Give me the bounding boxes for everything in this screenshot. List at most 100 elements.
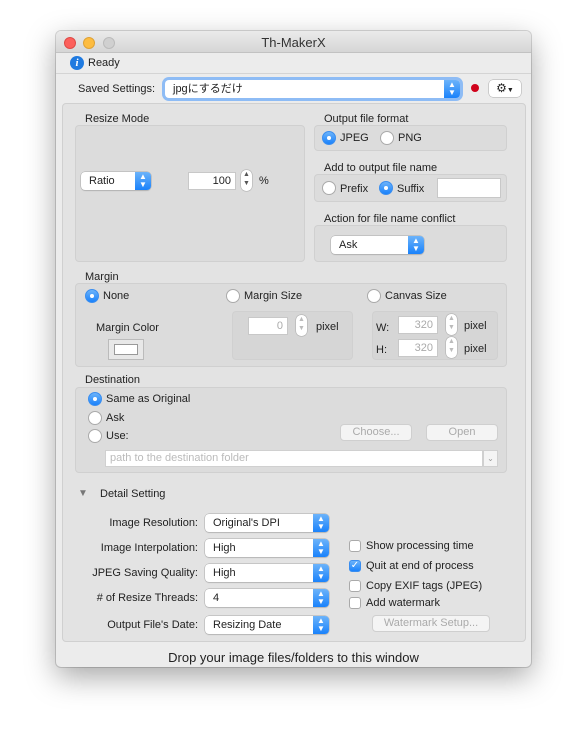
height-label: H: [376, 344, 387, 356]
conflict-popup[interactable]: Ask ▲ ▼ [331, 236, 424, 254]
dest-ask-radio[interactable] [88, 411, 102, 425]
chevron-down-icon: ▼ [506, 87, 514, 94]
dest-same-radio[interactable] [88, 392, 102, 406]
suffix-label: Suffix [397, 183, 425, 195]
resize-mode-label: Resize Mode [85, 113, 150, 125]
detail-row-label: Output File's Date: [107, 619, 198, 631]
resize-mode-popup[interactable]: Ratio ▲ ▼ [81, 172, 151, 190]
dest-ask-label: Ask [106, 412, 125, 424]
detail-row-label: Image Interpolation: [100, 542, 198, 554]
detail-row-popup[interactable]: High ▲ ▼ [205, 564, 329, 582]
color-swatch [114, 344, 138, 355]
margin-color-label: Margin Color [96, 322, 159, 334]
conflict-value: Ask [339, 239, 358, 251]
detail-checkbox-label: Quit at end of process [366, 560, 474, 572]
jpeg-label: JPEG [340, 132, 369, 144]
detail-row-label: JPEG Saving Quality: [92, 567, 198, 579]
saved-settings-popup[interactable]: jpgにするだけ ▲ ▼ [165, 80, 460, 98]
output-format-label: Output file format [324, 113, 409, 125]
open-button[interactable]: Open [426, 424, 498, 441]
detail-row-popup[interactable]: Resizing Date ▲ ▼ [205, 616, 329, 634]
png-radio[interactable] [380, 131, 394, 145]
status-dot [471, 84, 479, 92]
add-name-label: Add to output file name [324, 162, 438, 174]
gear-menu-button[interactable]: ⚙▼ [489, 80, 521, 97]
status-text: Ready [88, 57, 120, 69]
detail-setting-label: Detail Setting [100, 488, 166, 500]
detail-checkbox[interactable]: ✓ [349, 560, 361, 572]
detail-row-value: High [213, 567, 236, 579]
info-icon: i [70, 56, 84, 70]
chevron-updown-icon: ▲ ▼ [408, 236, 424, 254]
margin-label: Margin [85, 271, 119, 283]
prefix-label: Prefix [340, 183, 369, 195]
saved-settings-value: jpgにするだけ [173, 83, 243, 95]
chevron-down-icon[interactable]: ⌄ [483, 450, 498, 467]
margin-size-input[interactable]: 0 [248, 317, 288, 335]
detail-row-value: Resizing Date [213, 619, 282, 631]
canvas-height-stepper[interactable]: ▲ ▼ [446, 337, 457, 358]
png-label: PNG [398, 132, 422, 144]
gear-icon: ⚙ [496, 81, 507, 95]
saved-settings-label: Saved Settings: [78, 83, 156, 95]
canvas-height-input[interactable]: 320 [398, 339, 438, 357]
margin-none-label: None [103, 290, 130, 302]
detail-checkbox-label: Show processing time [366, 540, 474, 552]
margin-size-radio[interactable] [226, 289, 240, 303]
detail-row-popup[interactable]: Original's DPI ▲ ▼ [205, 514, 329, 532]
drop-hint: Drop your image files/folders to this wi… [168, 650, 419, 665]
detail-checkbox-label: Add watermark [366, 597, 440, 609]
destination-label: Destination [85, 374, 141, 386]
dest-use-label: Use: [106, 430, 129, 442]
dest-same-label: Same as Original [106, 393, 191, 405]
margin-size-label: Margin Size [244, 290, 303, 302]
detail-row-value: Original's DPI [213, 517, 280, 529]
width-unit: pixel [464, 320, 487, 332]
destination-path-input[interactable]: path to the destination folder [105, 450, 483, 467]
margin-size-stepper[interactable]: ▲ ▼ [296, 315, 307, 336]
resize-mode-value: Ratio [89, 175, 115, 187]
chevron-updown-icon: ▲ ▼ [313, 589, 329, 607]
margin-color-well[interactable] [108, 339, 144, 360]
prefix-radio[interactable] [322, 181, 336, 195]
watermark-setup-button[interactable]: Watermark Setup... [372, 615, 490, 632]
height-unit: pixel [464, 343, 487, 355]
detail-row-label: Image Resolution: [109, 517, 198, 529]
chevron-updown-icon: ▲ ▼ [313, 616, 329, 634]
width-label: W: [376, 322, 390, 334]
margin-unit: pixel [316, 321, 339, 333]
window-title: Th-MakerX [261, 35, 326, 50]
detail-checkbox[interactable] [349, 597, 361, 609]
jpeg-radio[interactable] [322, 131, 336, 145]
chevron-updown-icon: ▲ ▼ [444, 80, 460, 98]
canvas-size-radio[interactable] [367, 289, 381, 303]
resize-mode-box [75, 125, 305, 262]
app-window: Th-MakerX i Ready Saved Settings: jpgにする… [56, 31, 531, 667]
detail-row-popup[interactable]: High ▲ ▼ [205, 539, 329, 557]
canvas-width-stepper[interactable]: ▲ ▼ [446, 314, 457, 335]
choose-button[interactable]: Choose... [340, 424, 412, 441]
detail-checkbox[interactable] [349, 580, 361, 592]
suffix-input[interactable] [437, 178, 501, 198]
ratio-input[interactable]: 100 [188, 172, 236, 190]
percent-unit: % [259, 175, 269, 187]
chevron-updown-icon: ▲ ▼ [313, 539, 329, 557]
detail-checkbox-label: Copy EXIF tags (JPEG) [366, 580, 483, 592]
title-bar: Th-MakerX [56, 31, 531, 53]
divider [56, 73, 531, 74]
detail-checkbox[interactable] [349, 540, 361, 552]
ratio-stepper[interactable]: ▲ ▼ [241, 170, 252, 191]
margin-none-radio[interactable] [85, 289, 99, 303]
chevron-updown-icon: ▲ ▼ [313, 514, 329, 532]
dest-use-radio[interactable] [88, 429, 102, 443]
canvas-width-input[interactable]: 320 [398, 316, 438, 334]
chevron-updown-icon: ▲ ▼ [313, 564, 329, 582]
chevron-updown-icon: ▲ ▼ [135, 172, 151, 190]
detail-row-popup[interactable]: 4 ▲ ▼ [205, 589, 329, 607]
detail-row-value: 4 [213, 592, 220, 604]
disclosure-triangle-icon[interactable]: ▼ [78, 487, 88, 501]
detail-row-label: # of Resize Threads: [96, 592, 198, 604]
suffix-radio[interactable] [379, 181, 393, 195]
canvas-size-label: Canvas Size [385, 290, 447, 302]
detail-row-value: High [213, 542, 236, 554]
